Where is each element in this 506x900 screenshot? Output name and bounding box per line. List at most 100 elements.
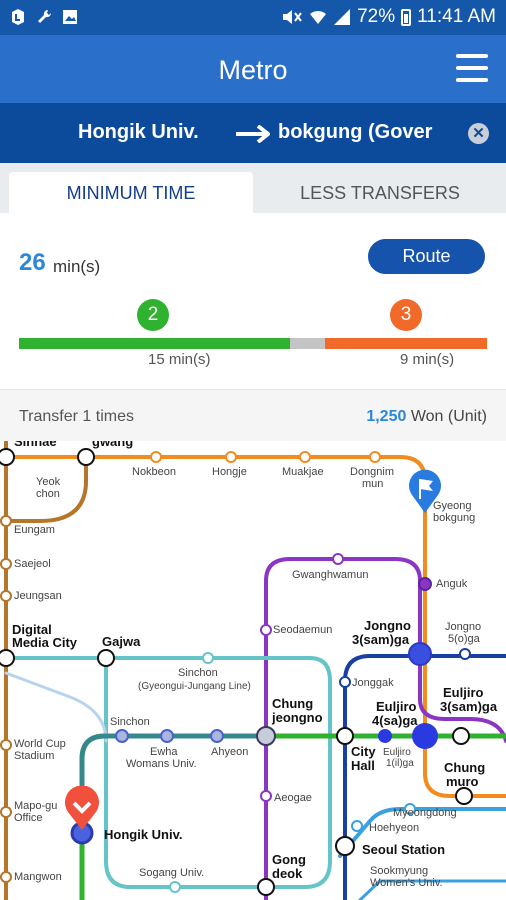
- station-label[interactable]: Jongno: [445, 621, 481, 633]
- image-icon: [63, 10, 77, 24]
- station-label[interactable]: mun: [362, 478, 383, 490]
- wifi-icon: [310, 10, 327, 24]
- station-label[interactable]: Sookmyung: [370, 865, 428, 877]
- station-label[interactable]: Sinchon: [110, 716, 150, 728]
- station-label[interactable]: Seoul Station: [362, 843, 445, 857]
- info-bar: Transfer 1 times 1,250 Won (Unit): [0, 389, 506, 441]
- station-label[interactable]: 3(sam)ga: [440, 700, 497, 714]
- station-label[interactable]: Gyeong: [433, 500, 472, 512]
- station-label[interactable]: Hall: [351, 759, 375, 773]
- total-time-unit: min(s): [53, 257, 101, 276]
- route-bar: Hongik Univ. bokgung (Gover ✕: [0, 103, 506, 163]
- station-label[interactable]: Hoehyeon: [369, 822, 419, 834]
- menu-icon-bar: [456, 66, 488, 70]
- station-label[interactable]: bokgung: [433, 512, 475, 524]
- mute-icon: [283, 10, 302, 24]
- transfer-count: Transfer 1 times: [19, 408, 134, 425]
- segment-line-2: [19, 338, 290, 349]
- wrench-icon: [38, 9, 52, 23]
- status-right: 72% 11:41 AM: [281, 6, 496, 28]
- station-label[interactable]: muro: [446, 775, 479, 789]
- station-label[interactable]: Media City: [12, 636, 77, 650]
- station-label[interactable]: Stadium: [14, 750, 54, 762]
- station-label[interactable]: Chung: [444, 761, 485, 775]
- total-time: 26: [19, 249, 46, 276]
- route-tabs: MINIMUM TIME LESS TRANSFERS: [0, 163, 506, 213]
- arrow-right-icon: [236, 125, 270, 143]
- app-title: Metro: [218, 55, 288, 85]
- station-label[interactable]: Euljiro: [443, 686, 483, 700]
- station-label[interactable]: Mangwon: [14, 871, 62, 883]
- station-label[interactable]: Muakjae: [282, 466, 324, 478]
- station-label[interactable]: Sinnae: [14, 441, 57, 449]
- menu-icon: [456, 54, 488, 58]
- station-label[interactable]: 4(sa)ga: [372, 714, 418, 728]
- station-label[interactable]: (Gyeongui-Jungang Line): [138, 681, 251, 693]
- station-label[interactable]: Gajwa: [102, 635, 140, 649]
- station-label[interactable]: Mapo-gu: [14, 800, 57, 812]
- tab-minimum-time[interactable]: MINIMUM TIME: [9, 172, 253, 213]
- station-label[interactable]: Sogang Univ.: [139, 867, 204, 879]
- line-3-badge: 3: [390, 299, 422, 331]
- station-label[interactable]: Office: [14, 812, 43, 824]
- station-label[interactable]: Myeongdong: [393, 807, 457, 819]
- station-label[interactable]: deok: [272, 867, 302, 881]
- battery-percent: 72%: [357, 6, 396, 27]
- station-label[interactable]: 5(o)ga: [448, 633, 480, 645]
- status-left-icons: [10, 8, 78, 26]
- signal-icon: [334, 9, 351, 25]
- station-label[interactable]: Hongik Univ.: [104, 828, 182, 842]
- fare-amount: 1,250: [366, 408, 407, 425]
- station-label[interactable]: World Cup: [14, 738, 66, 750]
- station-label[interactable]: Ahyeon: [211, 746, 248, 758]
- station-label[interactable]: Sinchon: [178, 667, 218, 679]
- origin-station[interactable]: Hongik Univ.: [78, 121, 199, 144]
- menu-icon-bar: [456, 78, 488, 82]
- subway-map[interactable]: Sinnae gwang Yeok chon Nokbeon Hongje Mu…: [0, 441, 506, 900]
- station-label[interactable]: Chung: [272, 697, 313, 711]
- station-label[interactable]: Aeogae: [274, 792, 312, 804]
- clear-icon[interactable]: ✕: [468, 123, 489, 144]
- fare: 1,250 Won (Unit): [366, 408, 487, 426]
- station-label[interactable]: Jonggak: [352, 677, 394, 689]
- station-label[interactable]: Nokbeon: [132, 466, 176, 478]
- station-label[interactable]: Jongno: [364, 619, 411, 633]
- line-2-badge: 2: [137, 299, 169, 331]
- station-label[interactable]: 1(il)ga: [386, 758, 414, 770]
- station-label[interactable]: Gwanghwamun: [292, 569, 368, 581]
- notification-icon: [12, 9, 24, 25]
- clock: 11:41 AM: [417, 6, 496, 27]
- status-bar: 72% 11:41 AM: [0, 0, 506, 35]
- battery-icon: [401, 8, 412, 26]
- station-label[interactable]: gwang: [92, 441, 133, 449]
- tab-less-transfers[interactable]: LESS TRANSFERS: [254, 172, 506, 213]
- app-bar: Metro: [0, 35, 506, 103]
- station-label[interactable]: Dongnim: [350, 466, 394, 478]
- station-label[interactable]: Womans Univ.: [126, 758, 197, 770]
- station-label[interactable]: Jeungsan: [14, 590, 62, 602]
- station-label[interactable]: Eungam: [14, 524, 55, 536]
- origin-pin-icon[interactable]: [63, 786, 101, 832]
- route-summary: 26 min(s) Route 2 3 15 min(s) 9 min(s): [0, 213, 506, 389]
- station-label[interactable]: City: [351, 745, 376, 759]
- station-label[interactable]: 3(sam)ga: [352, 633, 409, 647]
- station-label[interactable]: Seodaemun: [273, 624, 332, 636]
- segment-transfer: [290, 338, 325, 349]
- station-label[interactable]: Ewha: [150, 746, 178, 758]
- station-label[interactable]: Euljiro: [376, 700, 416, 714]
- station-label[interactable]: Anguk: [436, 578, 467, 590]
- station-label[interactable]: Women's Univ.: [370, 877, 443, 889]
- segment-2-time: 9 min(s): [400, 351, 455, 368]
- station-label[interactable]: Gong: [272, 853, 306, 867]
- route-button[interactable]: Route: [368, 239, 485, 274]
- station-label[interactable]: chon: [36, 488, 60, 500]
- station-label[interactable]: jeongno: [272, 711, 323, 725]
- station-label[interactable]: Yeok: [36, 476, 60, 488]
- station-label[interactable]: Hongje: [212, 466, 247, 478]
- line-gyeongui: [4, 671, 108, 743]
- station-label[interactable]: Saejeol: [14, 558, 51, 570]
- segment-1-time: 15 min(s): [148, 351, 211, 368]
- fare-unit: Won (Unit): [410, 408, 487, 425]
- destination-station[interactable]: bokgung (Gover: [278, 121, 450, 144]
- menu-button[interactable]: [456, 54, 488, 82]
